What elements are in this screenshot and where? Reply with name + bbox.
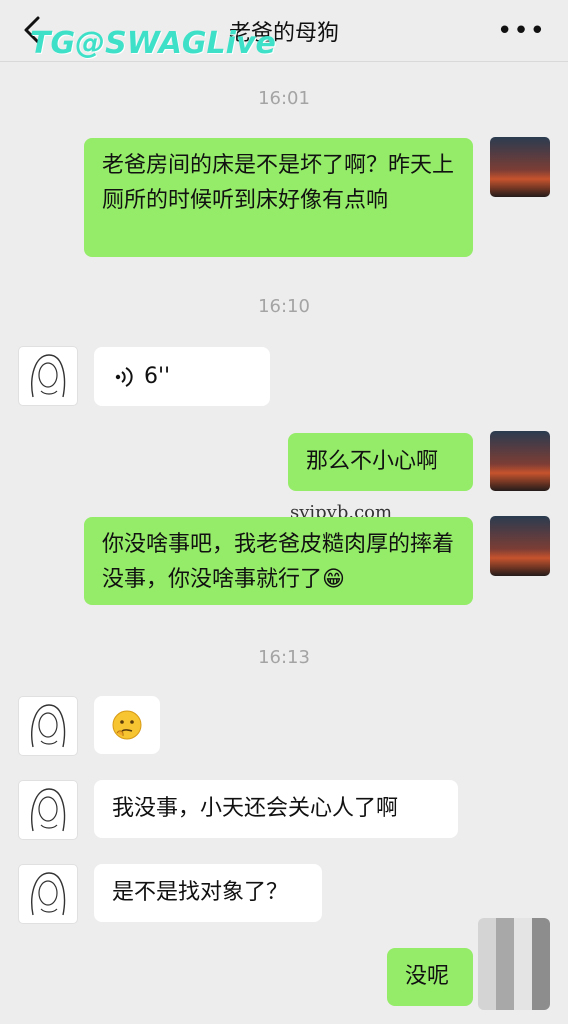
self-avatar[interactable] [490,137,550,197]
avatar-sketch-icon [31,788,66,832]
message-text: 是不是找对象了？ [112,880,289,905]
contact-avatar[interactable] [18,864,78,924]
message-text: 你没啥事吧，我老爸皮糙肉厚的摔着没事，你没啥事就行了😁 [102,532,455,592]
watermark-text: TG@SWAGLive [30,26,276,61]
timestamp: 16:10 [258,296,310,317]
self-avatar[interactable] [490,431,550,491]
message-text: 没呢 [405,964,450,989]
contact-avatar[interactable] [18,696,78,756]
message-text: 那么不小心啊 [306,449,439,474]
self-avatar[interactable] [490,516,550,576]
message-text: 老爸房间的床是不是坏了啊？昨天上厕所的时候听到床好像有点响 [102,153,455,213]
avatar-sketch-icon [31,872,66,916]
more-options-icon[interactable]: ••• [497,16,546,46]
voice-duration: 6'' [144,364,171,389]
message-bubble-sent[interactable]: 你没啥事吧，我老爸皮糙肉厚的摔着没事，你没啥事就行了😁 [84,517,473,605]
message-bubble-sent[interactable]: 没呢 [387,948,473,1006]
avatar-sketch-icon [31,354,66,398]
timestamp: 16:13 [258,647,310,668]
message-bubble-received[interactable]: 是不是找对象了？ [94,864,322,922]
timestamp: 16:01 [258,88,310,109]
avatar-sketch-icon [31,704,66,748]
message-text: 我没事，小天还会关心人了啊 [112,796,399,821]
message-bubble-sent[interactable]: 那么不小心啊 [288,433,473,491]
contact-avatar[interactable] [18,346,78,406]
thinking-face-icon [112,710,142,740]
message-bubble-sent[interactable]: 老爸房间的床是不是坏了啊？昨天上厕所的时候听到床好像有点响 [84,138,473,257]
message-bubble-received[interactable]: 我没事，小天还会关心人了啊 [94,780,458,838]
blurred-watermark-logo [478,918,550,1010]
emoji-message-bubble[interactable] [94,696,160,754]
voice-message-bubble[interactable]: 6'' [94,347,270,406]
contact-avatar[interactable] [18,780,78,840]
voice-wave-icon [115,366,133,387]
